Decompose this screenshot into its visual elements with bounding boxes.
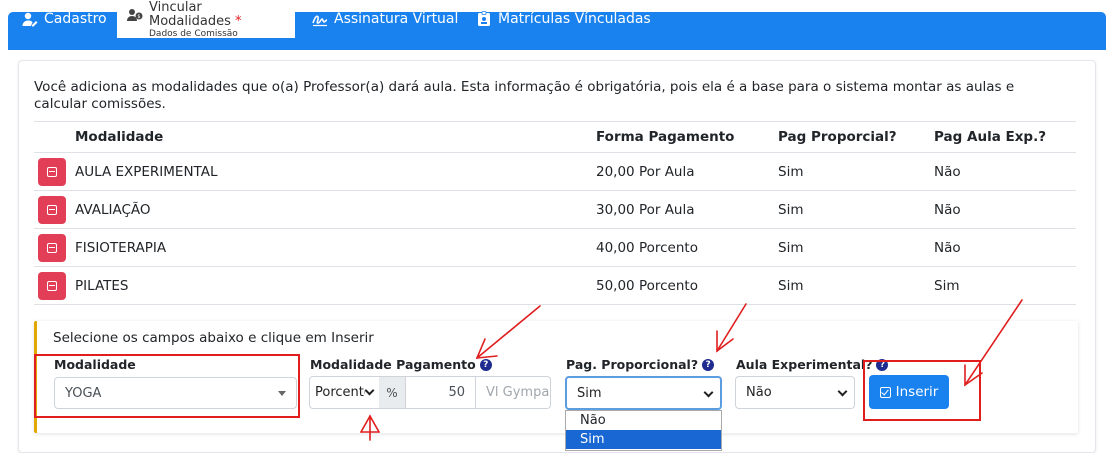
annotation-box-inserir [863,360,981,421]
table-row: PILATES 50,00 Porcento Sim Sim [34,266,1076,305]
signature-icon [312,11,328,27]
table-row: AVALIAÇÃO 30,00 Por Aula Sim Não [34,190,1076,229]
col-pag-aula-exp: Pag Aula Exp.? [934,121,1076,153]
modalidades-table: Modalidade Forma Pagamento Pag Proporcia… [34,121,1076,305]
chevron-down-icon [364,385,375,396]
minus-square-icon [47,166,57,177]
help-icon[interactable]: ? [702,358,715,371]
remove-row-button[interactable] [38,233,66,262]
pag-proporcional-label: Pag. Proporcional?? [566,357,715,372]
minus-square-icon [47,242,57,253]
id-badge-icon [476,11,492,27]
pag-proporcional-dropdown: Não Sim [565,410,722,451]
insert-form-title: Selecione os campos abaixo e clique em I… [53,330,374,346]
intro-text: Você adiciona as modalidades que o(a) Pr… [34,79,1015,112]
col-modalidade: Modalidade [75,121,596,153]
percent-addon: % [379,376,405,409]
option-sim[interactable]: Sim [566,430,721,449]
vl-gympass-input[interactable]: Vl Gympass [476,376,551,409]
chevron-down-icon [703,387,714,398]
svg-text:$: $ [137,14,140,20]
tab-vincular-modalidades[interactable]: $ Vincular Modalidades * Dados de Comiss… [117,1,295,39]
option-nao[interactable]: Não [566,411,721,430]
user-edit-icon [22,11,38,27]
pagamento-value-input[interactable]: 50 [405,376,476,409]
table-header-row: Modalidade Forma Pagamento Pag Proporcia… [34,121,1076,153]
table-row: FISIOTERAPIA 40,00 Porcento Sim Não [34,228,1076,267]
tab-matriculas-vinculadas[interactable]: Matrículas Vínculadas [476,0,651,38]
tab-cadastro[interactable]: Cadastro [22,0,107,38]
minus-square-icon [47,280,57,291]
chevron-down-icon [837,386,848,397]
pag-proporcional-select[interactable]: Sim [565,376,722,410]
remove-row-button[interactable] [38,195,66,224]
aula-experimental-select[interactable]: Não [735,376,855,409]
users-money-icon: $ [127,8,143,24]
annotation-box-modalidade [34,354,300,418]
remove-row-button[interactable] [38,157,66,186]
minus-square-icon [47,204,57,215]
required-star: * [235,14,242,29]
tab-assinatura-virtual[interactable]: Assinatura Virtual [312,0,458,38]
col-pag-proporcial: Pag Proporcial? [778,121,934,153]
modalidade-pagamento-label: Modalidade Pagamento? [310,357,492,372]
help-icon[interactable]: ? [479,358,492,371]
remove-row-button[interactable] [38,271,66,300]
pagamento-type-select[interactable]: Porcento [309,376,380,409]
table-row: AULA EXPERIMENTAL 20,00 Por Aula Sim Não [34,152,1076,191]
col-forma-pagamento: Forma Pagamento [596,121,778,153]
tab-subtitle: Dados de Comissão [149,29,238,39]
